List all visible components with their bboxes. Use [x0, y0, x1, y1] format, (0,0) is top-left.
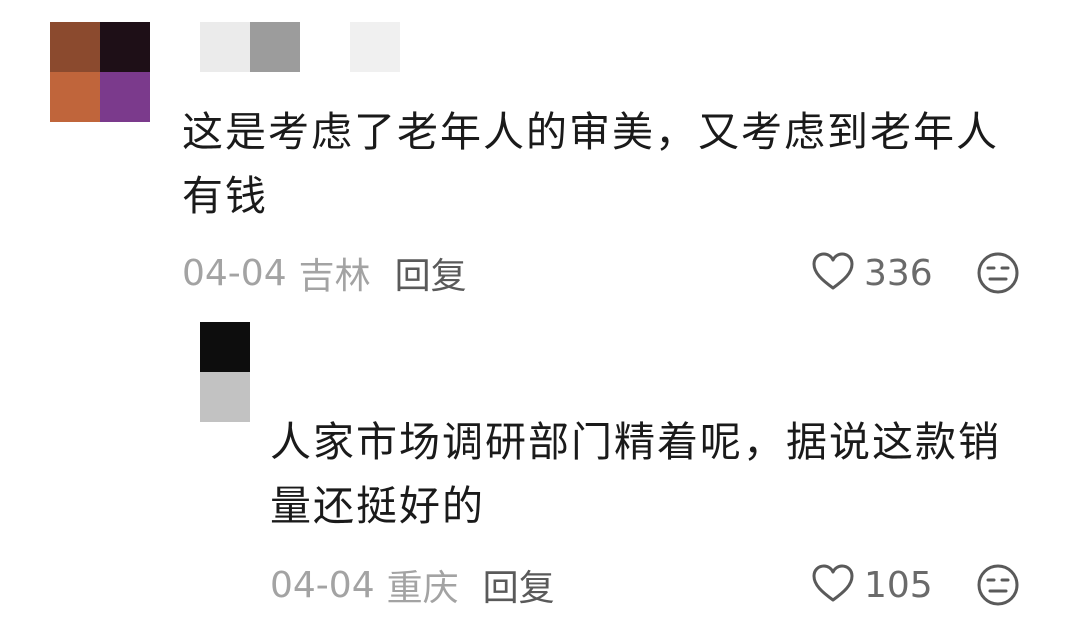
avatar-pixel — [50, 22, 100, 72]
avatar-pixel — [100, 72, 150, 122]
reply-button[interactable]: 回复 — [395, 247, 467, 299]
comment-meta: 04-04 重庆 回复 — [270, 560, 555, 610]
username-pixel — [250, 22, 300, 72]
comment-date: 04-04 — [182, 252, 287, 294]
like-count: 336 — [864, 252, 933, 294]
username-pixel — [200, 22, 250, 72]
comment-date: 04-04 — [270, 564, 375, 606]
avatar-pixel — [200, 372, 250, 422]
comment-text: 人家市场调研部门精着呢，据说这款销 量还挺好的 — [270, 418, 1001, 530]
like-count: 105 — [864, 564, 933, 606]
comment-text: 这是考虑了老年人的审美，又考虑到老年人 有钱 — [182, 108, 999, 220]
expressionless-face-icon[interactable] — [976, 563, 1020, 607]
like-button[interactable]: 105 — [810, 560, 933, 610]
heart-icon — [810, 250, 856, 296]
comment-location: 重庆 — [386, 568, 459, 609]
avatar-pixel — [50, 72, 100, 122]
avatar-pixel — [200, 322, 250, 372]
comment-meta: 04-04 吉林 回复 — [182, 248, 467, 298]
comment-location: 吉林 — [298, 256, 371, 297]
username-pixel — [350, 22, 400, 72]
reply-button[interactable]: 回复 — [483, 559, 555, 611]
heart-icon — [810, 562, 856, 608]
expressionless-face-icon[interactable] — [976, 251, 1020, 295]
avatar-pixel — [100, 22, 150, 72]
like-button[interactable]: 336 — [810, 248, 933, 298]
